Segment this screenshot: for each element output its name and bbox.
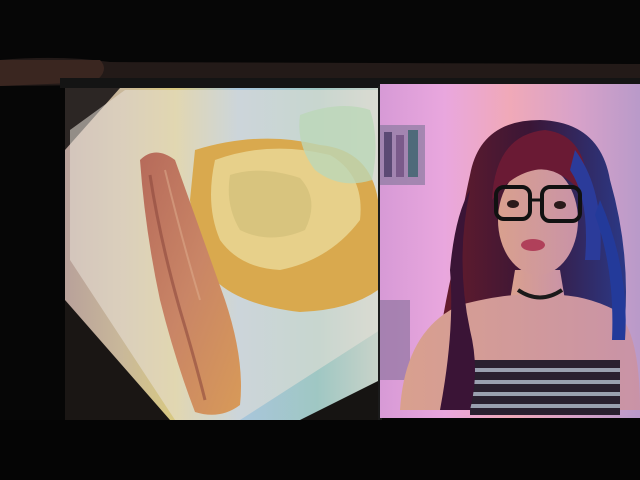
left-panel-food [65,88,380,420]
right-panel-person [380,84,640,418]
photo-scene [0,0,640,480]
